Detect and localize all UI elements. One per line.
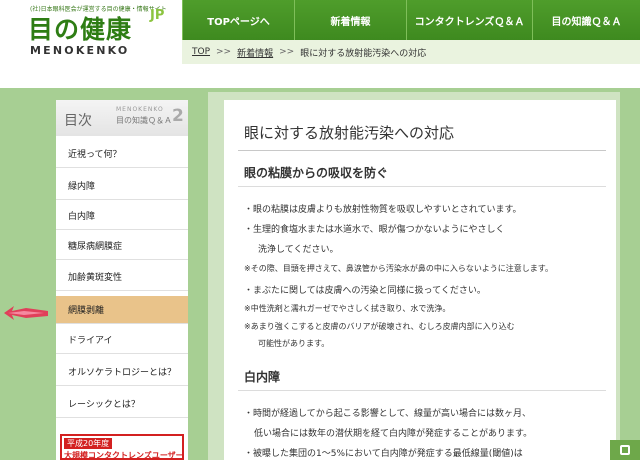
section-divider [238,186,606,187]
breadcrumb-current: 眼に対する放射能汚染への対応 [300,48,427,59]
sidebar-item-orthokeratology[interactable]: オルソケラトロジーとは？ [56,358,188,386]
sidebar-toc: 目次 MENOKENKO 目の知識Ｑ＆Ａ 2 近視って何？ 緑内障 白内障 糖尿… [56,100,188,460]
promo-year: 平成20年度 [64,438,113,449]
sidebar-item-retinal-detachment[interactable]: 網膜剥離 [56,296,188,324]
top-nav: TOPページへ 新着情報 コンタクトレンズＱ＆Ａ 目の知識Ｑ＆Ａ [182,0,640,40]
toc-title: 目次 [64,113,92,129]
body-line: ・まぶたに関しては皮膚への汚染と同様に扱ってください。 [244,286,486,296]
logo-subtitle: MENOKENKO [30,44,130,57]
logo-jp: JP [150,8,165,23]
sidebar-item-myopia[interactable]: 近視って何？ [56,140,188,168]
sidebar-item-dry-eye[interactable]: ドライアイ [56,326,188,354]
body-line: ・被曝した集団の1～5%において白内障が発症する最低線量(閾値)は [244,449,523,459]
nav-eye-knowledge-qa[interactable]: 目の知識Ｑ＆Ａ [532,0,640,40]
section-divider [238,390,606,391]
body-note: ※その際、目頭を押さえて、鼻涙管から汚染水が鼻の中に入らないように注意します。 [244,264,553,273]
section-heading: 眼の粘膜からの吸収を防ぐ [244,166,389,180]
body-line: ・生理的食塩水または水道水で、眼が傷つかないようにやさしく [244,225,505,235]
main-content: 眼に対する放射能汚染への対応 眼の粘膜からの吸収を防ぐ ・眼の粘膜は皮膚よりも放… [224,100,616,460]
header-spacer [0,64,640,88]
toc-header: 目次 MENOKENKO 目の知識Ｑ＆Ａ 2 [56,100,188,136]
toc-number: 2 [172,106,184,126]
nav-top[interactable]: TOPページへ [182,0,294,40]
sidebar-item-glaucoma[interactable]: 緑内障 [56,172,188,200]
toc-subtitle: 目の知識Ｑ＆Ａ [116,116,172,125]
sidebar-item-amd[interactable]: 加齢黄斑変性 [56,263,188,291]
breadcrumb-separator: >> [279,47,295,57]
body-note: ※あまり強くこすると皮膚のバリアが破壊され、むしろ皮膚内部に入り込む [244,322,515,331]
toc-brand: MENOKENKO [116,106,164,113]
title-divider [238,150,606,151]
body-line: ・眼の粘膜は皮膚よりも放射性物質を吸収しやすいとされています。 [244,205,522,215]
breadcrumb-separator: >> [216,47,232,57]
nav-news[interactable]: 新着情報 [294,0,406,40]
promo-title: 大規模コンタクトレンズユーザー [64,451,184,460]
page-top-icon [620,445,630,455]
nav-contact-lens-qa[interactable]: コンタクトレンズＱ＆Ａ [406,0,532,40]
body-line: 低い場合には数年の潜伏期を経て白内障が発症することがあります。 [254,429,533,439]
sidebar-item-cataract[interactable]: 白内障 [56,202,188,230]
body-line: 洗浄してください。 [258,245,339,255]
logo-title: 目の健康 [28,15,133,44]
site-header: (社)日本眼科医会が運営する目の健康・情報サイト 目の健康 JP MENOKEN… [0,0,640,64]
page-top-button[interactable] [610,440,640,460]
section-heading: 白内障 [244,370,281,384]
sidebar-item-lasik[interactable]: レーシックとは？ [56,390,188,418]
breadcrumb-news[interactable]: 新着情報 [237,46,273,59]
site-logo[interactable]: (社)日本眼科医会が運営する目の健康・情報サイト 目の健康 JP MENOKEN… [0,0,182,64]
sidebar-item-diabetic-retinopathy[interactable]: 糖尿病網膜症 [56,232,188,260]
page-title: 眼に対する放射能汚染への対応 [244,124,455,142]
body-line: ・時間が経過してから起こる影響として、線量が高い場合には数ヶ月、 [244,409,532,419]
promo-frame: 平成20年度 大規模コンタクトレンズユーザー [60,434,184,460]
breadcrumb: TOP >> 新着情報 >> 眼に対する放射能汚染への対応 [182,40,640,64]
active-ribbon-icon [4,306,48,320]
breadcrumb-top[interactable]: TOP [192,47,210,57]
promo-banner[interactable]: 平成20年度 大規模コンタクトレンズユーザー [56,432,188,460]
body-note: ※中性洗剤と濡れガーゼでやさしく拭き取り、水で洗浄。 [244,304,451,313]
body-note: 可能性があります。 [258,339,330,348]
